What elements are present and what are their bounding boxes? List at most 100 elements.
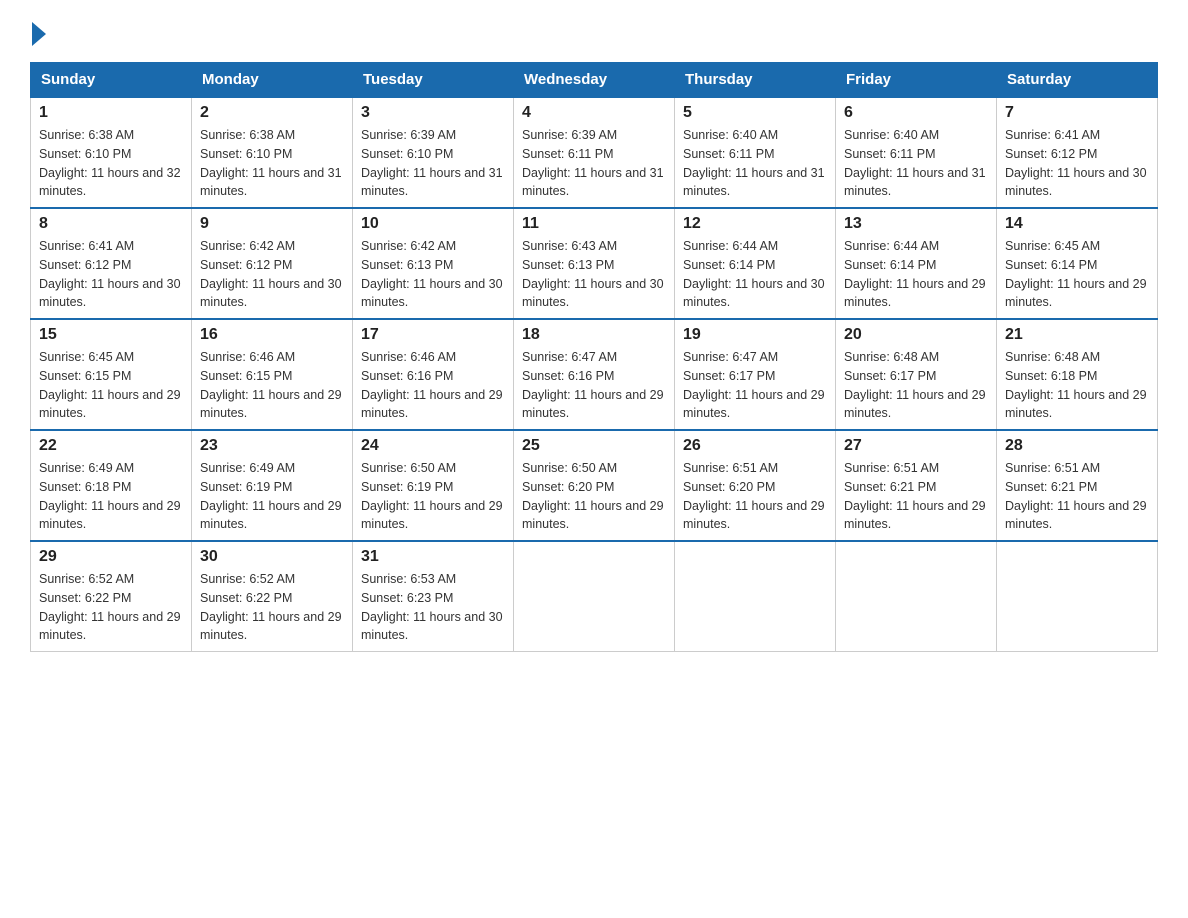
day-number: 13 — [844, 215, 988, 233]
day-number: 30 — [200, 548, 344, 566]
logo-arrow-icon — [32, 22, 46, 46]
calendar-week-row: 8 Sunrise: 6:41 AMSunset: 6:12 PMDayligh… — [31, 208, 1158, 319]
day-number: 14 — [1005, 215, 1149, 233]
calendar-day-cell: 29 Sunrise: 6:52 AMSunset: 6:22 PMDaylig… — [31, 541, 192, 652]
calendar-week-row: 15 Sunrise: 6:45 AMSunset: 6:15 PMDaylig… — [31, 319, 1158, 430]
day-number: 11 — [522, 215, 666, 233]
day-number: 19 — [683, 326, 827, 344]
calendar-day-cell: 24 Sunrise: 6:50 AMSunset: 6:19 PMDaylig… — [353, 430, 514, 541]
day-info: Sunrise: 6:40 AMSunset: 6:11 PMDaylight:… — [844, 128, 986, 198]
day-info: Sunrise: 6:52 AMSunset: 6:22 PMDaylight:… — [39, 572, 181, 642]
calendar-day-cell: 14 Sunrise: 6:45 AMSunset: 6:14 PMDaylig… — [997, 208, 1158, 319]
day-number: 10 — [361, 215, 505, 233]
calendar-day-cell: 4 Sunrise: 6:39 AMSunset: 6:11 PMDayligh… — [514, 97, 675, 208]
day-info: Sunrise: 6:48 AMSunset: 6:17 PMDaylight:… — [844, 350, 986, 420]
day-info: Sunrise: 6:47 AMSunset: 6:16 PMDaylight:… — [522, 350, 664, 420]
day-of-week-header: Wednesday — [514, 63, 675, 98]
calendar-day-cell: 22 Sunrise: 6:49 AMSunset: 6:18 PMDaylig… — [31, 430, 192, 541]
day-number: 6 — [844, 104, 988, 122]
calendar-week-row: 1 Sunrise: 6:38 AMSunset: 6:10 PMDayligh… — [31, 97, 1158, 208]
calendar-day-cell: 3 Sunrise: 6:39 AMSunset: 6:10 PMDayligh… — [353, 97, 514, 208]
calendar-day-cell: 19 Sunrise: 6:47 AMSunset: 6:17 PMDaylig… — [675, 319, 836, 430]
day-info: Sunrise: 6:53 AMSunset: 6:23 PMDaylight:… — [361, 572, 503, 642]
day-info: Sunrise: 6:42 AMSunset: 6:12 PMDaylight:… — [200, 239, 342, 309]
calendar-day-cell: 17 Sunrise: 6:46 AMSunset: 6:16 PMDaylig… — [353, 319, 514, 430]
day-number: 1 — [39, 104, 183, 122]
calendar-day-cell: 20 Sunrise: 6:48 AMSunset: 6:17 PMDaylig… — [836, 319, 997, 430]
day-of-week-header: Friday — [836, 63, 997, 98]
day-number: 2 — [200, 104, 344, 122]
day-number: 26 — [683, 437, 827, 455]
calendar-day-cell: 2 Sunrise: 6:38 AMSunset: 6:10 PMDayligh… — [192, 97, 353, 208]
calendar-day-cell: 26 Sunrise: 6:51 AMSunset: 6:20 PMDaylig… — [675, 430, 836, 541]
day-number: 31 — [361, 548, 505, 566]
calendar-day-cell — [675, 541, 836, 652]
calendar-table: SundayMondayTuesdayWednesdayThursdayFrid… — [30, 62, 1158, 652]
calendar-day-cell: 30 Sunrise: 6:52 AMSunset: 6:22 PMDaylig… — [192, 541, 353, 652]
day-number: 27 — [844, 437, 988, 455]
day-info: Sunrise: 6:48 AMSunset: 6:18 PMDaylight:… — [1005, 350, 1147, 420]
day-number: 15 — [39, 326, 183, 344]
day-number: 7 — [1005, 104, 1149, 122]
day-info: Sunrise: 6:38 AMSunset: 6:10 PMDaylight:… — [200, 128, 342, 198]
calendar-body: 1 Sunrise: 6:38 AMSunset: 6:10 PMDayligh… — [31, 97, 1158, 652]
day-number: 28 — [1005, 437, 1149, 455]
day-number: 20 — [844, 326, 988, 344]
day-info: Sunrise: 6:45 AMSunset: 6:15 PMDaylight:… — [39, 350, 181, 420]
day-number: 24 — [361, 437, 505, 455]
day-info: Sunrise: 6:41 AMSunset: 6:12 PMDaylight:… — [39, 239, 181, 309]
day-number: 23 — [200, 437, 344, 455]
day-number: 18 — [522, 326, 666, 344]
calendar-day-cell — [836, 541, 997, 652]
day-info: Sunrise: 6:49 AMSunset: 6:19 PMDaylight:… — [200, 461, 342, 531]
day-info: Sunrise: 6:44 AMSunset: 6:14 PMDaylight:… — [844, 239, 986, 309]
day-info: Sunrise: 6:52 AMSunset: 6:22 PMDaylight:… — [200, 572, 342, 642]
calendar-day-cell: 13 Sunrise: 6:44 AMSunset: 6:14 PMDaylig… — [836, 208, 997, 319]
calendar-day-cell: 10 Sunrise: 6:42 AMSunset: 6:13 PMDaylig… — [353, 208, 514, 319]
day-info: Sunrise: 6:42 AMSunset: 6:13 PMDaylight:… — [361, 239, 503, 309]
calendar-day-cell: 23 Sunrise: 6:49 AMSunset: 6:19 PMDaylig… — [192, 430, 353, 541]
day-info: Sunrise: 6:39 AMSunset: 6:10 PMDaylight:… — [361, 128, 503, 198]
day-number: 17 — [361, 326, 505, 344]
calendar-day-cell — [997, 541, 1158, 652]
calendar-day-cell: 1 Sunrise: 6:38 AMSunset: 6:10 PMDayligh… — [31, 97, 192, 208]
calendar-day-cell: 11 Sunrise: 6:43 AMSunset: 6:13 PMDaylig… — [514, 208, 675, 319]
day-of-week-header: Monday — [192, 63, 353, 98]
day-of-week-header: Saturday — [997, 63, 1158, 98]
day-number: 16 — [200, 326, 344, 344]
calendar-day-cell: 18 Sunrise: 6:47 AMSunset: 6:16 PMDaylig… — [514, 319, 675, 430]
day-info: Sunrise: 6:44 AMSunset: 6:14 PMDaylight:… — [683, 239, 825, 309]
day-number: 12 — [683, 215, 827, 233]
calendar-day-cell: 5 Sunrise: 6:40 AMSunset: 6:11 PMDayligh… — [675, 97, 836, 208]
calendar-day-cell: 27 Sunrise: 6:51 AMSunset: 6:21 PMDaylig… — [836, 430, 997, 541]
calendar-day-cell: 31 Sunrise: 6:53 AMSunset: 6:23 PMDaylig… — [353, 541, 514, 652]
calendar-day-cell: 21 Sunrise: 6:48 AMSunset: 6:18 PMDaylig… — [997, 319, 1158, 430]
day-info: Sunrise: 6:40 AMSunset: 6:11 PMDaylight:… — [683, 128, 825, 198]
calendar-day-cell: 15 Sunrise: 6:45 AMSunset: 6:15 PMDaylig… — [31, 319, 192, 430]
day-of-week-header: Sunday — [31, 63, 192, 98]
day-of-week-header: Tuesday — [353, 63, 514, 98]
logo — [30, 20, 46, 42]
calendar-week-row: 22 Sunrise: 6:49 AMSunset: 6:18 PMDaylig… — [31, 430, 1158, 541]
calendar-week-row: 29 Sunrise: 6:52 AMSunset: 6:22 PMDaylig… — [31, 541, 1158, 652]
calendar-day-cell: 7 Sunrise: 6:41 AMSunset: 6:12 PMDayligh… — [997, 97, 1158, 208]
day-info: Sunrise: 6:46 AMSunset: 6:15 PMDaylight:… — [200, 350, 342, 420]
calendar-header: SundayMondayTuesdayWednesdayThursdayFrid… — [31, 63, 1158, 98]
calendar-day-cell: 9 Sunrise: 6:42 AMSunset: 6:12 PMDayligh… — [192, 208, 353, 319]
day-number: 8 — [39, 215, 183, 233]
day-number: 22 — [39, 437, 183, 455]
day-of-week-header: Thursday — [675, 63, 836, 98]
page-header — [30, 20, 1158, 42]
day-number: 21 — [1005, 326, 1149, 344]
day-number: 9 — [200, 215, 344, 233]
day-info: Sunrise: 6:43 AMSunset: 6:13 PMDaylight:… — [522, 239, 664, 309]
calendar-day-cell: 6 Sunrise: 6:40 AMSunset: 6:11 PMDayligh… — [836, 97, 997, 208]
calendar-day-cell: 16 Sunrise: 6:46 AMSunset: 6:15 PMDaylig… — [192, 319, 353, 430]
day-number: 29 — [39, 548, 183, 566]
day-number: 3 — [361, 104, 505, 122]
day-info: Sunrise: 6:50 AMSunset: 6:19 PMDaylight:… — [361, 461, 503, 531]
day-number: 25 — [522, 437, 666, 455]
header-row: SundayMondayTuesdayWednesdayThursdayFrid… — [31, 63, 1158, 98]
day-info: Sunrise: 6:50 AMSunset: 6:20 PMDaylight:… — [522, 461, 664, 531]
day-info: Sunrise: 6:51 AMSunset: 6:21 PMDaylight:… — [1005, 461, 1147, 531]
